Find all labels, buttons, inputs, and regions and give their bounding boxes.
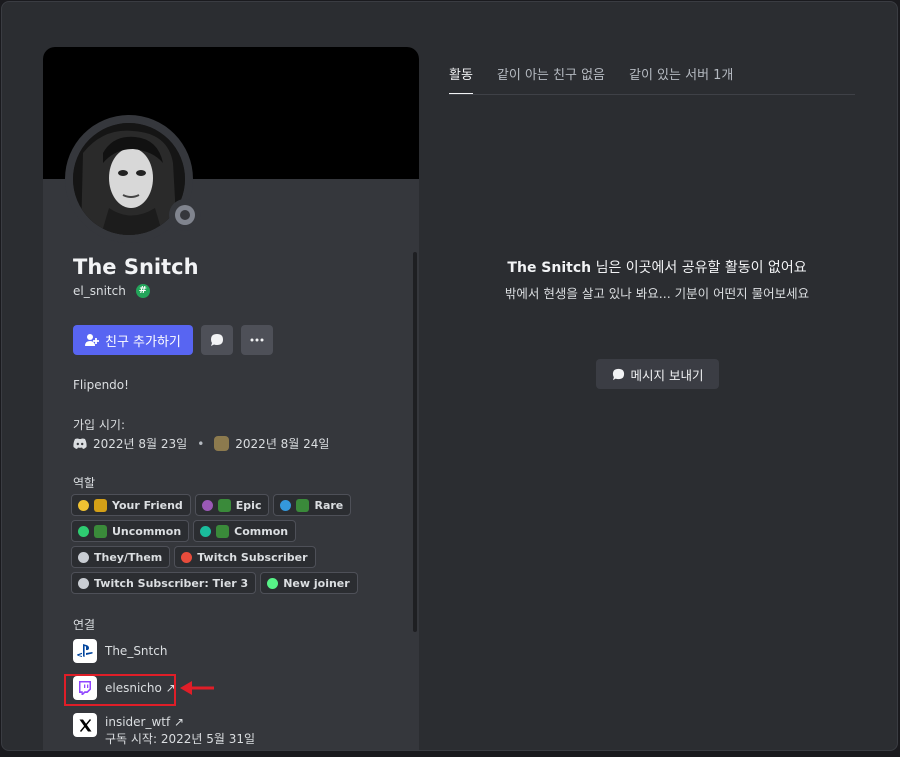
role-chip[interactable]: Common	[193, 520, 297, 542]
tabs-divider	[449, 94, 855, 95]
chat-bubble-icon	[210, 334, 223, 346]
date-separator: •	[197, 436, 205, 451]
joined-discord-date: 2022년 8월 23일	[93, 437, 188, 451]
profile-tabs: 활동 같이 아는 친구 없음 같이 있는 서버 1개	[449, 64, 733, 95]
role-color-dot[interactable]	[280, 499, 292, 511]
profile-actions: 친구 추가하기	[73, 325, 273, 355]
role-color-dot[interactable]	[181, 551, 193, 563]
bio-text: Flipendo!	[73, 378, 129, 392]
connection-account[interactable]: insider_wtf ↗	[105, 715, 255, 729]
add-friend-icon	[85, 334, 99, 346]
role-name: Twitch Subscriber	[197, 550, 308, 564]
offline-status-icon	[175, 205, 195, 225]
add-friend-label: 친구 추가하기	[105, 334, 181, 350]
connection-subscription: 구독 시작: 2022년 5월 31일	[105, 732, 256, 746]
display-name: The Snitch	[73, 255, 199, 279]
pepe-emoji-icon	[296, 498, 310, 512]
chat-bubble-icon	[612, 368, 624, 380]
send-message-button[interactable]: 메시지 보내기	[596, 359, 719, 389]
profile-modal: The Snitch el_snitch # 친구 추가하기 Flipendo!…	[1, 1, 898, 751]
x-icon	[73, 713, 97, 737]
role-name: Twitch Subscriber: Tier 3	[94, 576, 249, 590]
tab-mutual-friends[interactable]: 같이 아는 친구 없음	[497, 64, 605, 95]
annotation-arrow-icon	[180, 681, 214, 695]
add-friend-button[interactable]: 친구 추가하기	[73, 325, 193, 355]
role-chip[interactable]: New joiner	[260, 572, 358, 594]
roles-label: 역할	[73, 476, 96, 490]
check-shield-emoji-icon	[94, 498, 107, 512]
card-scrollbar[interactable]	[413, 252, 417, 632]
server-icon[interactable]	[214, 436, 230, 451]
role-color-dot[interactable]	[200, 525, 212, 537]
role-list: Your Friend Epic Rare Uncommon Common They/Th…	[71, 494, 391, 594]
empty-title-name: The Snitch	[507, 260, 592, 276]
role-chip[interactable]: Uncommon	[71, 520, 190, 542]
joined-dates: 2022년 8월 23일 • 2022년 8월 24일	[73, 435, 329, 452]
profile-card: The Snitch el_snitch # 친구 추가하기 Flipendo!…	[43, 47, 419, 750]
role-name: New joiner	[283, 576, 350, 590]
activity-empty-state: The Snitch 님은 이곳에서 공유할 활동이 없어요 밖에서 현생을 살…	[482, 259, 832, 302]
role-name: Uncommon	[112, 524, 182, 538]
role-chip[interactable]: Twitch Subscriber: Tier 3	[71, 572, 257, 594]
connection-x[interactable]: insider_wtf ↗ 구독 시작: 2022년 5월 31일	[73, 713, 255, 747]
pepe-emoji-icon	[217, 498, 231, 512]
role-chip[interactable]: They/Them	[71, 546, 171, 568]
pepe-emoji-icon	[94, 524, 107, 538]
empty-title-text: 님은 이곳에서 공유할 활동이 없어요	[591, 260, 807, 276]
more-options-button[interactable]	[240, 325, 273, 355]
role-color-dot[interactable]	[201, 499, 213, 511]
highlight-box	[64, 674, 176, 706]
joined-server-date: 2022년 8월 24일	[235, 437, 330, 451]
tab-activity[interactable]: 활동	[449, 64, 473, 95]
connection-playstation[interactable]: The_Sntch	[73, 639, 167, 663]
connection-account: The_Sntch	[105, 644, 168, 658]
connections-label: 연결	[73, 618, 96, 632]
pepe-emoji-icon	[216, 524, 230, 538]
role-chip[interactable]: Twitch Subscriber	[174, 546, 316, 568]
message-button[interactable]	[200, 325, 233, 355]
username: el_snitch	[73, 284, 126, 298]
username-row: el_snitch #	[73, 284, 150, 298]
role-name: Epic	[235, 498, 262, 512]
avatar[interactable]	[73, 123, 185, 235]
tab-mutual-servers[interactable]: 같이 있는 서버 1개	[629, 64, 733, 95]
role-name: They/Them	[94, 550, 163, 564]
ellipsis-icon	[250, 338, 264, 342]
avatar-frame	[65, 115, 201, 243]
empty-title: The Snitch 님은 이곳에서 공유할 활동이 없어요	[482, 259, 832, 277]
discord-logo-icon	[73, 437, 87, 451]
role-color-dot[interactable]	[267, 577, 279, 589]
role-chip[interactable]: Epic	[194, 494, 270, 516]
role-color-dot[interactable]	[78, 499, 89, 511]
send-message-label: 메시지 보내기	[630, 367, 704, 383]
role-name: Your Friend	[112, 498, 183, 512]
role-chip[interactable]: Your Friend	[71, 494, 191, 516]
role-chip[interactable]: Rare	[273, 494, 352, 516]
playstation-icon	[73, 639, 97, 663]
joined-label: 가입 시기:	[73, 418, 126, 432]
role-name: Rare	[314, 498, 344, 512]
empty-subtitle: 밖에서 현생을 살고 있나 봐요... 기분이 어떤지 물어보세요	[504, 286, 810, 301]
role-color-dot[interactable]	[78, 577, 89, 589]
status-indicator	[169, 199, 201, 231]
role-name: Common	[234, 524, 289, 538]
role-color-dot[interactable]	[78, 525, 89, 537]
hash-badge-icon[interactable]: #	[135, 284, 150, 298]
role-color-dot[interactable]	[78, 551, 89, 563]
